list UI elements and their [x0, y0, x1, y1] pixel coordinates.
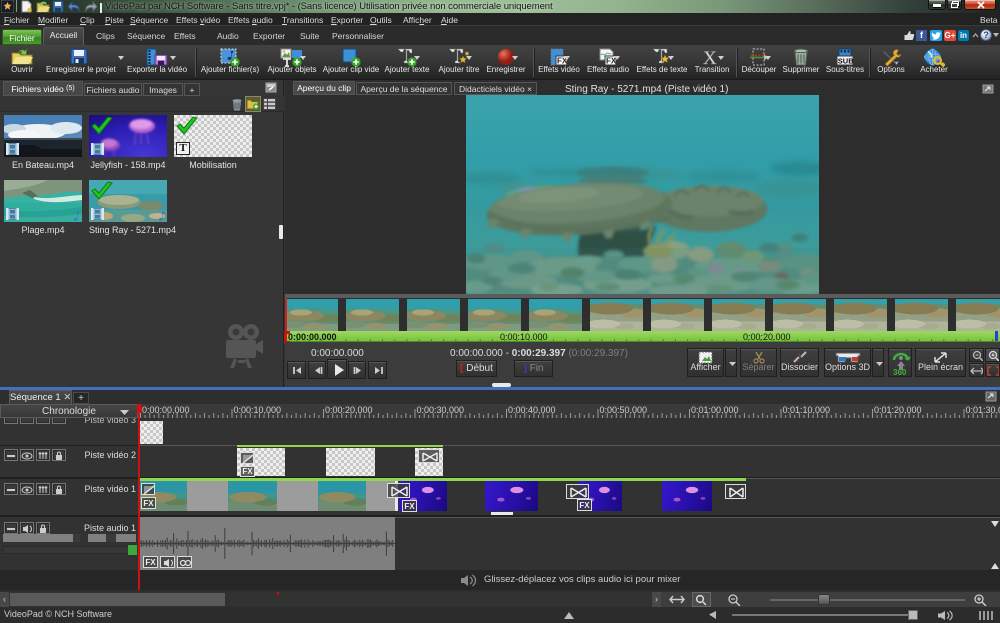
- svg-text:SUB: SUB: [838, 56, 854, 65]
- svg-text:X: X: [703, 48, 717, 66]
- svg-text:360: 360: [893, 368, 907, 376]
